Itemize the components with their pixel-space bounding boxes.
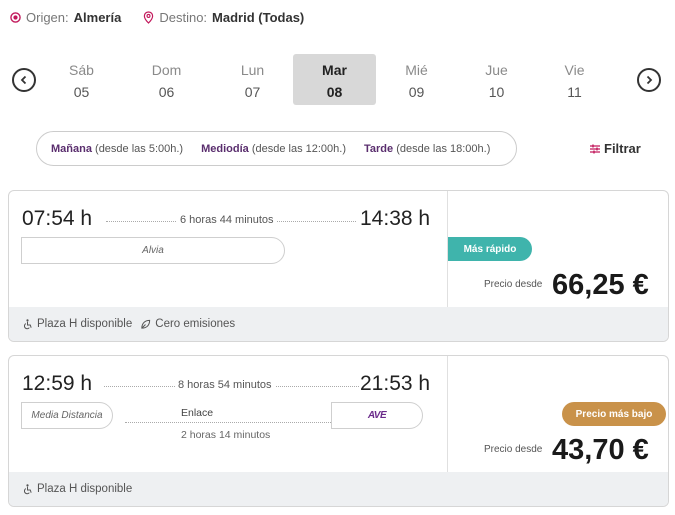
price-panel: Más rápido Precio desde 66,25 € bbox=[447, 191, 668, 309]
location-pin-icon bbox=[144, 11, 154, 24]
timeslot-name: Mañana bbox=[51, 142, 92, 155]
card-features: Plaza H disponible Cero emisiones bbox=[9, 307, 668, 341]
filter-button[interactable]: Filtrar bbox=[589, 141, 641, 156]
date-weekday: Dom bbox=[151, 62, 182, 78]
price-label: Precio desde bbox=[484, 279, 543, 290]
date-weekday: Sáb bbox=[69, 62, 94, 78]
duration: 6 horas 44 minutos bbox=[177, 214, 277, 226]
timeslot-range: (desde las 18:00h.) bbox=[396, 142, 491, 155]
date-number: 05 bbox=[73, 84, 90, 100]
date-number: 09 bbox=[408, 84, 425, 100]
route-summary: Origen: Almería Destino: Madrid (Todas) bbox=[10, 10, 304, 25]
train-type-pill-ave: AVE bbox=[331, 402, 423, 429]
date-item[interactable]: Mié 09 bbox=[375, 54, 458, 105]
price-label: Precio desde bbox=[484, 444, 543, 455]
duration: 8 horas 54 minutos bbox=[175, 379, 275, 391]
feature-accessible-seat: Plaza H disponible bbox=[37, 318, 133, 330]
date-weekday: Lun bbox=[240, 62, 265, 78]
timeslot-range: (desde las 5:00h.) bbox=[95, 142, 184, 155]
date-item[interactable]: Dom 06 bbox=[125, 54, 208, 105]
timeslot-midday[interactable]: Mediodía (desde las 12:00h.) bbox=[201, 143, 346, 155]
date-weekday: Mar bbox=[322, 62, 347, 78]
date-weekday: Jue bbox=[485, 62, 508, 78]
date-item-selected[interactable]: Mar 08 bbox=[293, 54, 376, 105]
date-weekday: Vie bbox=[564, 62, 585, 78]
date-item[interactable]: Sáb 05 bbox=[40, 54, 123, 105]
train-result-card[interactable]: 12:59 h 8 horas 54 minutos 21:53 h Media… bbox=[8, 355, 669, 507]
departure-time: 12:59 h bbox=[22, 372, 93, 395]
timeslot-morning[interactable]: Mañana (desde las 5:00h.) bbox=[51, 143, 183, 155]
date-selector: Sáb 05 Dom 06 Lun 07 Mar 08 Mié 09 Jue 1… bbox=[0, 54, 675, 106]
price-panel: Precio más bajo Precio desde 43,70 € bbox=[447, 356, 668, 474]
train-type-pill: Media Distancia bbox=[21, 402, 113, 429]
timeslot-name: Tarde bbox=[364, 142, 394, 155]
train-type-pill: Alvia bbox=[21, 237, 285, 264]
origin-radio-icon bbox=[10, 12, 21, 23]
card-features: Plaza H disponible bbox=[9, 472, 668, 506]
filter-label: Filtrar bbox=[604, 141, 641, 156]
filter-sliders-icon bbox=[590, 144, 600, 153]
origin[interactable]: Origen: Almería bbox=[10, 10, 121, 25]
next-dates-button[interactable] bbox=[637, 68, 661, 92]
date-item[interactable]: Lun 07 bbox=[211, 54, 294, 105]
destination-label: Destino: bbox=[159, 10, 208, 25]
wheelchair-icon bbox=[23, 318, 32, 329]
fastest-badge: Más rápido bbox=[448, 237, 532, 261]
date-number: 07 bbox=[244, 84, 261, 100]
date-item[interactable]: Jue 10 bbox=[455, 54, 538, 105]
date-item[interactable]: Vie 11 bbox=[533, 54, 616, 105]
leaf-icon bbox=[141, 319, 151, 329]
wheelchair-icon bbox=[23, 483, 32, 494]
date-number: 08 bbox=[326, 84, 343, 100]
chevron-right-icon bbox=[646, 75, 653, 85]
destination[interactable]: Destino: Madrid (Todas) bbox=[143, 10, 304, 25]
feature-zero-emissions: Cero emisiones bbox=[155, 318, 236, 330]
connection-line bbox=[125, 422, 331, 423]
arrival-time: 21:53 h bbox=[360, 372, 431, 395]
timeslot-name: Mediodía bbox=[201, 142, 249, 155]
connection-label: Enlace bbox=[181, 407, 214, 419]
arrival-time: 14:38 h bbox=[360, 207, 431, 230]
destination-value: Madrid (Todas) bbox=[212, 10, 305, 25]
previous-dates-button[interactable] bbox=[12, 68, 36, 92]
timeslot-afternoon[interactable]: Tarde (desde las 18:00h.) bbox=[364, 143, 490, 155]
time-of-day-filter: Mañana (desde las 5:00h.) Mediodía (desd… bbox=[36, 131, 517, 166]
timeslot-range: (desde las 12:00h.) bbox=[251, 142, 346, 155]
chevron-left-icon bbox=[20, 75, 27, 85]
origin-label: Origen: bbox=[26, 10, 69, 25]
date-weekday: Mié bbox=[405, 62, 428, 78]
date-number: 11 bbox=[567, 84, 582, 100]
departure-time: 07:54 h bbox=[22, 207, 93, 230]
origin-value: Almería bbox=[73, 10, 122, 25]
date-number: 10 bbox=[488, 84, 505, 100]
connection-time: 2 horas 14 minutos bbox=[181, 429, 271, 441]
price-value: 66,25 € bbox=[552, 269, 649, 301]
train-result-card[interactable]: 07:54 h 6 horas 44 minutos 14:38 h Alvia… bbox=[8, 190, 669, 342]
price-value: 43,70 € bbox=[552, 434, 649, 466]
ave-logo: AVE bbox=[367, 410, 387, 421]
date-number: 06 bbox=[158, 84, 175, 100]
feature-accessible-seat: Plaza H disponible bbox=[37, 483, 133, 495]
lowest-price-badge: Precio más bajo bbox=[562, 402, 666, 426]
